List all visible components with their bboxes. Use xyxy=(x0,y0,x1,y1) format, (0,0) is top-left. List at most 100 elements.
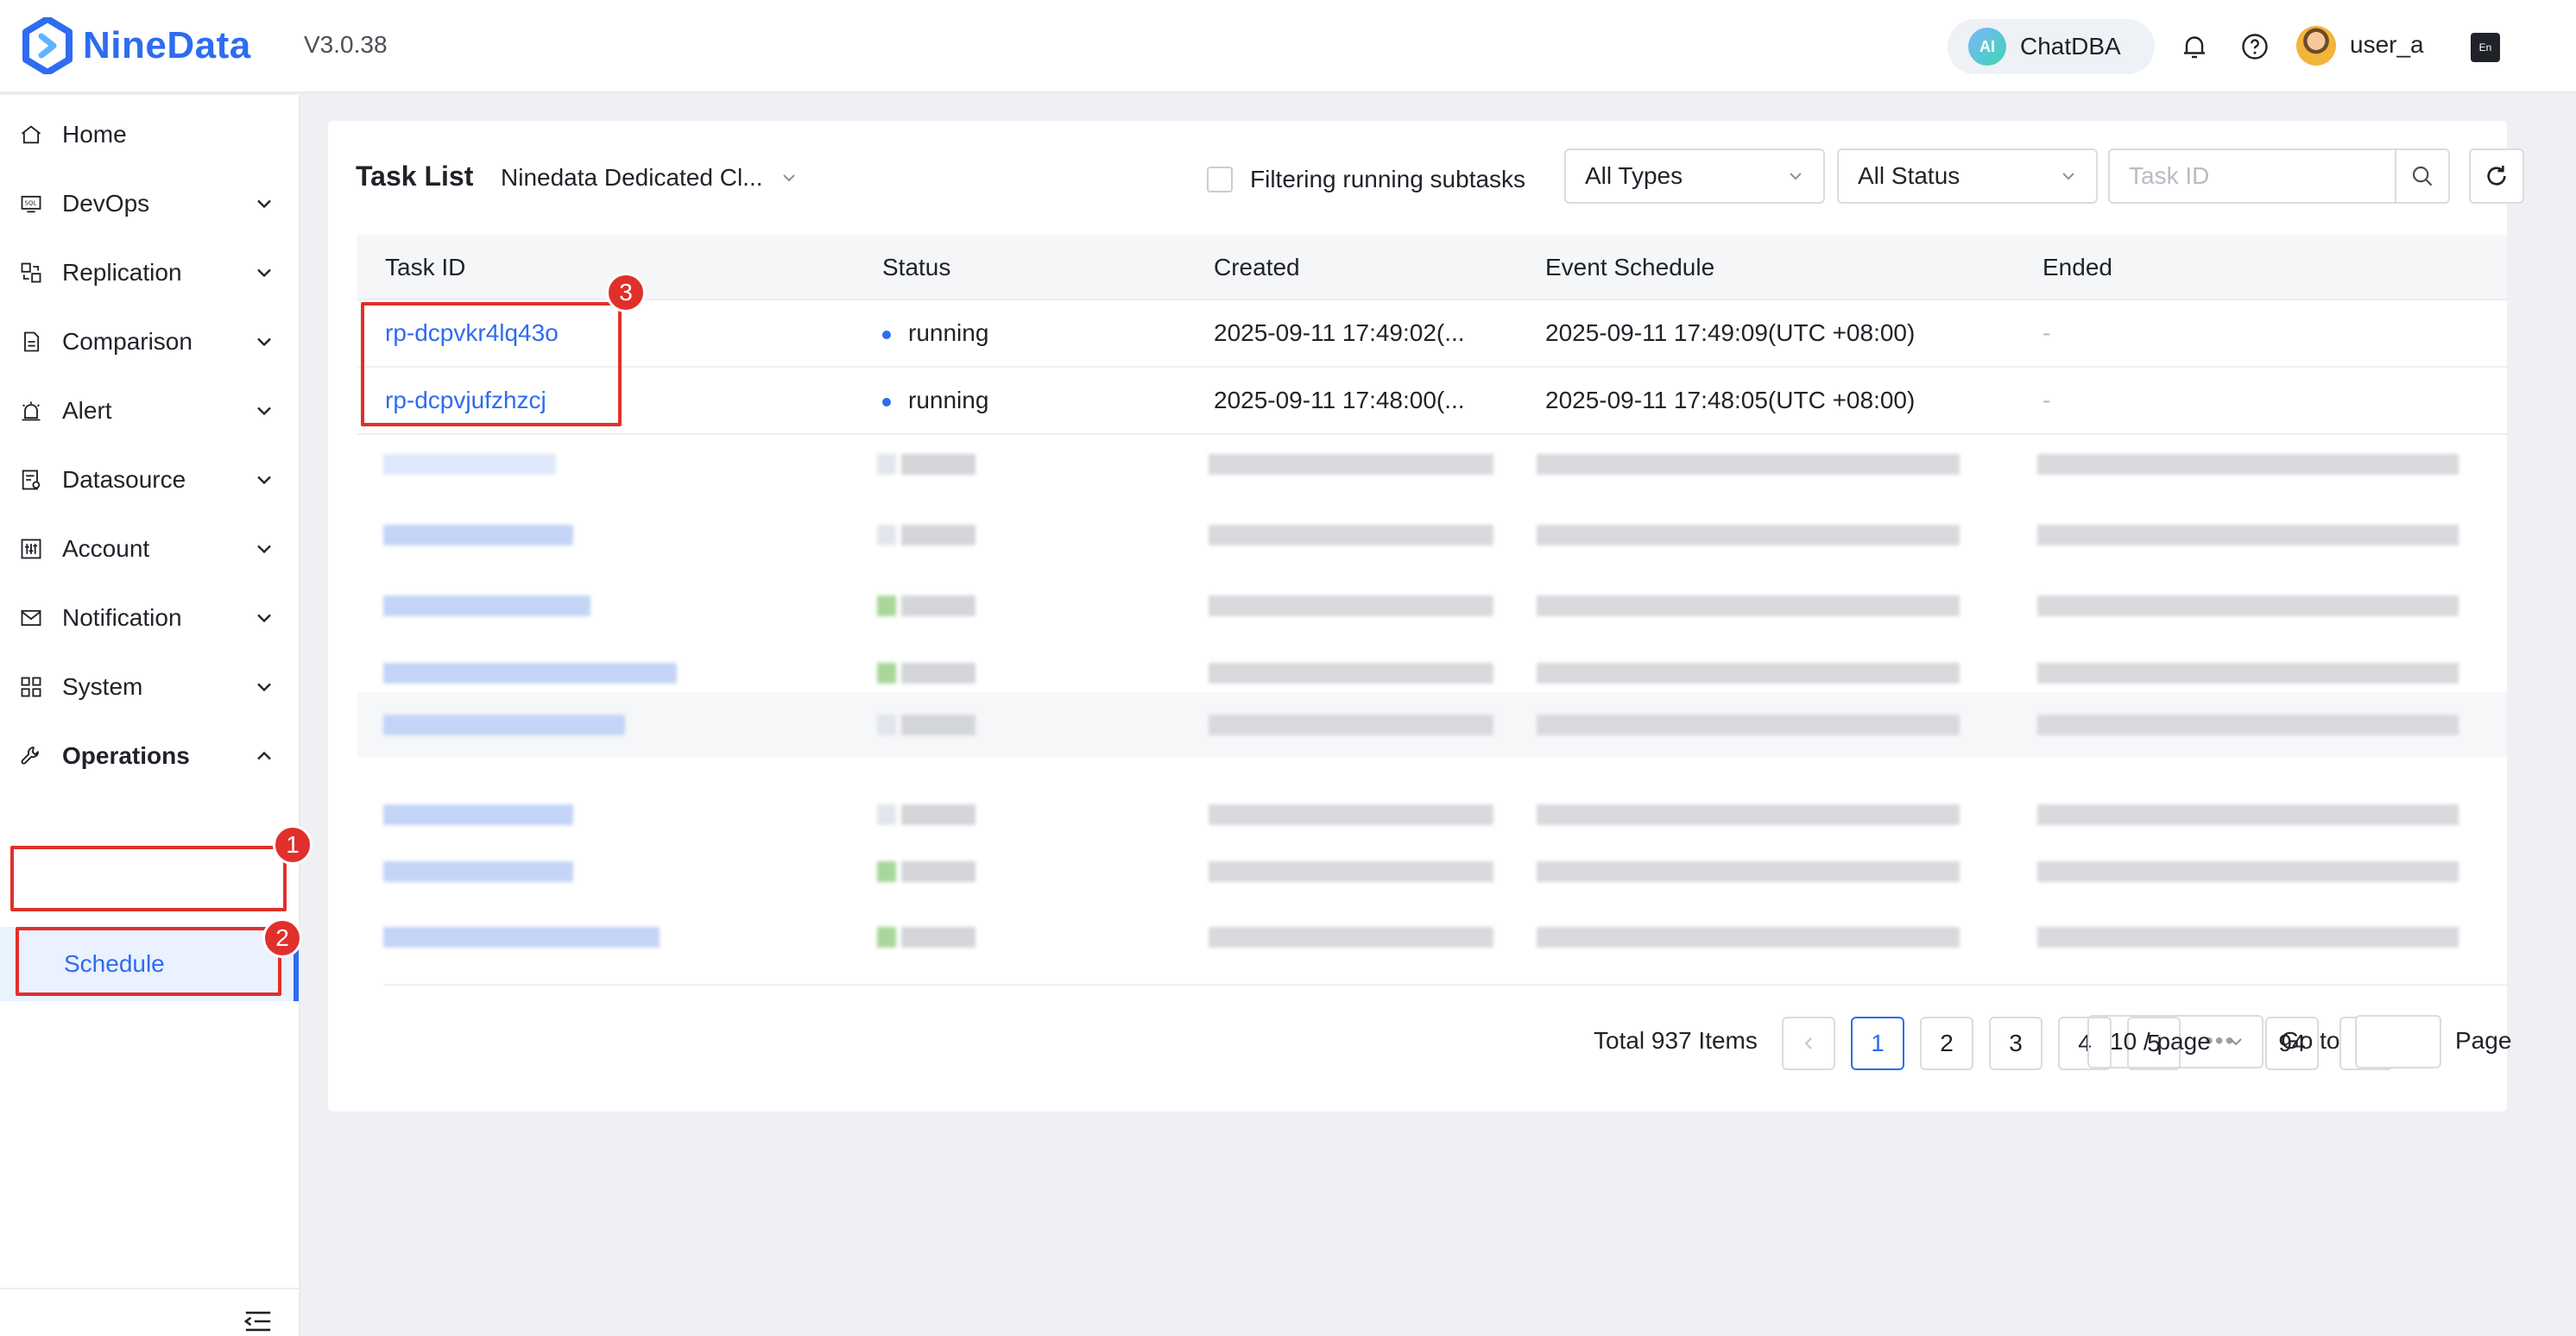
chatdba-button[interactable]: AI ChatDBA xyxy=(1948,19,2155,74)
chevron-down-icon xyxy=(2230,1038,2242,1046)
annotation-marker-label: 3 xyxy=(619,279,633,306)
brand-name: NineData xyxy=(83,24,251,66)
redacted-block xyxy=(1537,454,1960,475)
annotation-marker-2: 2 xyxy=(262,918,302,958)
redacted-block xyxy=(1209,663,1493,684)
refresh-button[interactable] xyxy=(2469,148,2524,204)
sidebar-item-account[interactable]: Account xyxy=(0,514,299,583)
column-header-ended: Ended xyxy=(2042,254,2112,280)
chevron-down-icon xyxy=(257,268,271,278)
home-icon xyxy=(17,121,45,148)
sidebar-item-alert[interactable]: Alert xyxy=(0,376,299,445)
svg-text:SQL: SQL xyxy=(24,200,36,207)
version-label: V3.0.38 xyxy=(304,31,388,58)
chevron-down-icon xyxy=(257,545,271,554)
redacted-block xyxy=(2037,804,2459,825)
search-icon xyxy=(2412,166,2433,186)
redacted-block xyxy=(901,715,975,735)
chevron-down-icon xyxy=(257,683,271,692)
status-select[interactable]: All Status xyxy=(1837,148,2098,204)
status-cell: running xyxy=(882,319,988,347)
cluster-select[interactable]: Ninedata Dedicated Cl... xyxy=(501,164,799,192)
redacted-block xyxy=(901,596,975,616)
annotation-marker-label: 1 xyxy=(286,831,300,858)
sidebar-item-home[interactable]: Home xyxy=(0,100,299,169)
task-id-search-input[interactable] xyxy=(2108,148,2396,204)
sidebar-item-label: Account xyxy=(62,535,150,562)
column-header-status: Status xyxy=(882,254,951,280)
sidebar-item-replication[interactable]: Replication xyxy=(0,238,299,307)
filter-running-checkbox[interactable]: Filtering running subtasks xyxy=(1207,166,1525,193)
checkbox[interactable] xyxy=(1207,167,1233,192)
table-row[interactable]: rp-dcpvjufzhzcj running 2025-09-11 17:48… xyxy=(357,368,2507,435)
sql-icon: SQL xyxy=(17,190,45,217)
redacted-block xyxy=(877,804,896,825)
redacted-block xyxy=(2037,596,2459,616)
redacted-row xyxy=(357,782,2507,848)
redacted-block xyxy=(1209,454,1493,475)
wrench-icon xyxy=(17,742,45,770)
page-size-value: 10 / page xyxy=(2110,1028,2211,1055)
redacted-row xyxy=(357,839,2507,904)
page-button[interactable]: 2 xyxy=(1920,1017,1973,1070)
chevron-down-icon xyxy=(257,614,271,623)
redacted-block xyxy=(1537,715,1960,735)
prev-page-button[interactable] xyxy=(1782,1017,1835,1070)
help-icon[interactable] xyxy=(2239,31,2270,62)
type-select-value: All Types xyxy=(1585,162,1683,189)
mail-icon xyxy=(17,604,45,632)
page-size-select[interactable]: 10 / page xyxy=(2087,1015,2263,1068)
language-switch-label: En xyxy=(2478,41,2492,54)
sidebar-item-notification[interactable]: Notification xyxy=(0,583,299,652)
chatdba-label: ChatDBA xyxy=(2020,33,2121,60)
ended-cell: - xyxy=(2042,319,2051,346)
goto-page-input[interactable] xyxy=(2355,1015,2441,1068)
status-text: running xyxy=(908,319,989,346)
redacted-block xyxy=(901,861,975,882)
redacted-block xyxy=(1537,804,1960,825)
annotation-marker-label: 2 xyxy=(275,924,289,951)
sidebar-item-label: Alert xyxy=(62,397,112,424)
status-text: running xyxy=(908,387,989,413)
chevron-down-icon xyxy=(2062,173,2074,180)
event-schedule-cell: 2025-09-11 17:49:09(UTC +08:00) xyxy=(1545,319,1916,346)
redacted-block xyxy=(2037,663,2459,684)
type-select[interactable]: All Types xyxy=(1564,148,1825,204)
redacted-block xyxy=(1209,525,1493,545)
ninedata-logo-icon xyxy=(22,17,73,74)
sidebar-item-operations[interactable]: Operations xyxy=(0,722,299,791)
collapse-sidebar-icon[interactable] xyxy=(243,1308,273,1334)
redacted-row xyxy=(357,692,2507,758)
redacted-block xyxy=(383,927,660,948)
page-button[interactable]: 3 xyxy=(1989,1017,2042,1070)
chevron-down-icon xyxy=(1790,173,1802,180)
ended-cell: - xyxy=(2042,387,2051,413)
table-header: Task ID Status Created Event Schedule En… xyxy=(357,235,2507,300)
redacted-block xyxy=(877,596,896,616)
redacted-block xyxy=(901,525,975,545)
redacted-block xyxy=(901,454,975,475)
user-avatar[interactable] xyxy=(2296,26,2336,66)
grid-icon xyxy=(17,673,45,701)
sidebar-item-devops[interactable]: SQL DevOps xyxy=(0,169,299,238)
comparison-icon xyxy=(17,328,45,356)
status-dot-icon xyxy=(882,330,891,339)
username[interactable]: user_a xyxy=(2350,31,2424,59)
bell-icon[interactable] xyxy=(2179,31,2210,62)
logo[interactable]: NineData xyxy=(22,17,251,74)
sidebar-item-datasource[interactable]: Datasource xyxy=(0,445,299,514)
redacted-block xyxy=(1537,927,1960,948)
chevron-down-icon xyxy=(257,406,271,416)
table-row[interactable]: rp-dcpvkr4lq43o running 2025-09-11 17:49… xyxy=(357,300,2507,368)
redacted-block xyxy=(383,804,573,825)
top-bar: NineData V3.0.38 AI ChatDBA user_a En xyxy=(0,0,2576,93)
search-button[interactable] xyxy=(2395,148,2450,204)
sidebar-item-system[interactable]: System xyxy=(0,652,299,722)
redacted-block xyxy=(877,663,896,684)
sidebar-divider xyxy=(0,1288,299,1289)
page-button[interactable]: 1 xyxy=(1851,1017,1904,1070)
language-switch-icon[interactable]: En xyxy=(2471,33,2500,62)
column-header-task-id: Task ID xyxy=(385,254,466,280)
sidebar-item-comparison[interactable]: Comparison xyxy=(0,307,299,376)
event-schedule-cell: 2025-09-11 17:48:05(UTC +08:00) xyxy=(1545,387,1916,413)
